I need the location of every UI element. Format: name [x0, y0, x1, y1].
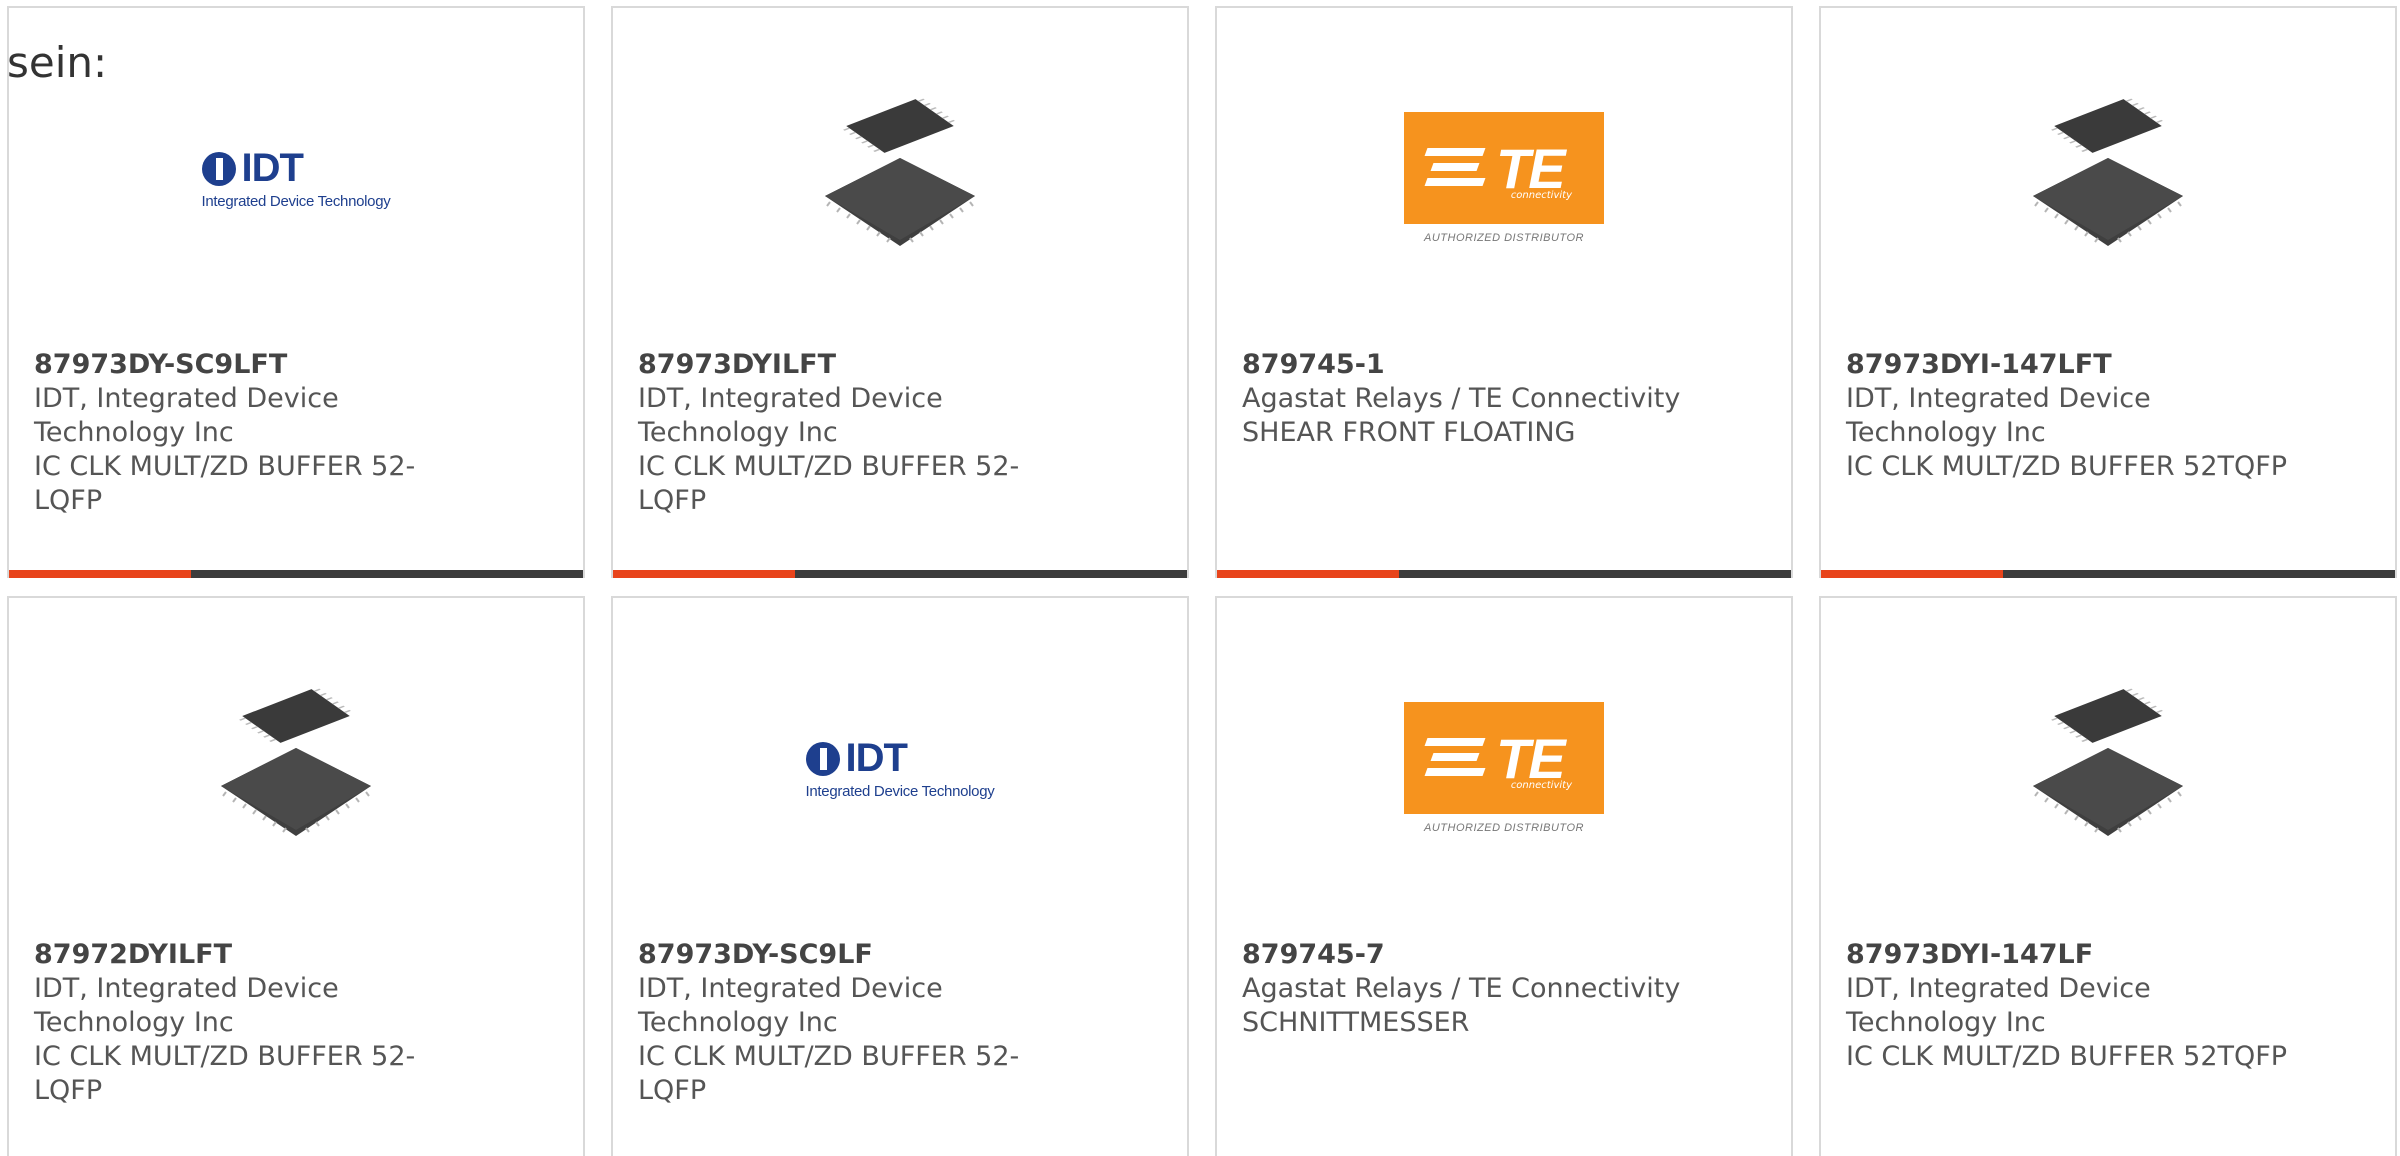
- product-card[interactable]: IDT Integrated Device Technology 87973DY…: [611, 596, 1189, 1156]
- te-logo: TE connectivity AUTHORIZED DISTRIBUTOR: [1404, 702, 1604, 834]
- qfp-chip-icon: [823, 95, 977, 248]
- qfp-chip-icon: [2031, 95, 2185, 248]
- product-manufacturer-cont: Technology Inc: [638, 1007, 838, 1038]
- product-part-number[interactable]: 87972DYILFT: [34, 938, 434, 972]
- product-image[interactable]: IDT Integrated Device Technology: [9, 68, 583, 288]
- idt-logo-word: IDT: [241, 146, 304, 190]
- product-part-number[interactable]: 87973DY-SC9LF: [638, 938, 1038, 972]
- card-bottom-bar: [1217, 570, 1791, 578]
- product-image[interactable]: IDT Integrated Device Technology: [613, 658, 1187, 878]
- idt-logo-tagline: Integrated Device Technology: [201, 193, 391, 210]
- product-part-number[interactable]: 87973DY-SC9LFT: [34, 348, 434, 382]
- card-accent: [1217, 570, 1399, 578]
- product-image[interactable]: [1821, 68, 2395, 288]
- te-logo-stripes-icon: [1424, 738, 1486, 783]
- product-image[interactable]: TE connectivity AUTHORIZED DISTRIBUTOR: [1217, 68, 1791, 288]
- product-description: IC CLK MULT/ZD BUFFER 52-: [638, 451, 1020, 482]
- product-description: SHEAR FRONT FLOATING: [1242, 417, 1576, 448]
- product-card[interactable]: 87973DYI-147LF IDT, Integrated Device Te…: [1819, 596, 2397, 1156]
- te-logo-auth: AUTHORIZED DISTRIBUTOR: [1424, 232, 1584, 244]
- card-accent: [9, 570, 191, 578]
- idt-logo-tagline: Integrated Device Technology: [805, 783, 995, 800]
- product-part-number[interactable]: 879745-1: [1242, 348, 1782, 382]
- product-description: IC CLK MULT/ZD BUFFER 52-: [34, 451, 416, 482]
- product-description-cont: LQFP: [638, 485, 707, 516]
- product-description-cont: LQFP: [638, 1075, 707, 1106]
- card-bottom-bar: [613, 570, 1187, 578]
- product-image[interactable]: [1821, 658, 2395, 878]
- product-description-cont: LQFP: [34, 485, 103, 516]
- product-manufacturer: IDT, Integrated Device: [638, 973, 943, 1004]
- product-image[interactable]: [613, 68, 1187, 288]
- te-logo-sub: connectivity: [1510, 190, 1572, 201]
- product-manufacturer: IDT, Integrated Device: [34, 383, 339, 414]
- product-manufacturer-cont: Technology Inc: [1846, 417, 2046, 448]
- product-part-number[interactable]: 879745-7: [1242, 938, 1782, 972]
- product-manufacturer-cont: Technology Inc: [34, 417, 234, 448]
- product-description: IC CLK MULT/ZD BUFFER 52TQFP: [1846, 1041, 2288, 1072]
- idt-logo-word: IDT: [845, 736, 908, 780]
- idt-logo: IDT Integrated Device Technology: [805, 736, 995, 800]
- product-manufacturer-cont: Technology Inc: [1846, 1007, 2046, 1038]
- product-card[interactable]: 87973DYILFT IDT, Integrated Device Techn…: [611, 6, 1189, 578]
- product-part-number[interactable]: 87973DYILFT: [638, 348, 1038, 382]
- product-part-number[interactable]: 87973DYI-147LFT: [1846, 348, 2386, 382]
- te-logo-sub: connectivity: [1510, 780, 1572, 791]
- idt-logo: IDT Integrated Device Technology: [201, 146, 391, 210]
- product-card[interactable]: TE connectivity AUTHORIZED DISTRIBUTOR 8…: [1215, 596, 1793, 1156]
- product-card[interactable]: 87972DYILFT IDT, Integrated Device Techn…: [7, 596, 585, 1156]
- product-manufacturer-cont: Technology Inc: [34, 1007, 234, 1038]
- card-bottom-bar: [9, 570, 583, 578]
- te-logo-auth: AUTHORIZED DISTRIBUTOR: [1424, 822, 1584, 834]
- product-description-cont: LQFP: [34, 1075, 103, 1106]
- product-manufacturer: IDT, Integrated Device: [1846, 383, 2151, 414]
- te-logo-stripes-icon: [1424, 148, 1486, 193]
- card-accent: [1821, 570, 2003, 578]
- product-manufacturer: Agastat Relays / TE Connectivity: [1242, 973, 1681, 1004]
- product-manufacturer-cont: Technology Inc: [638, 417, 838, 448]
- card-bottom-bar: [1821, 570, 2395, 578]
- product-description: IC CLK MULT/ZD BUFFER 52-: [638, 1041, 1020, 1072]
- product-description: SCHNITTMESSER: [1242, 1007, 1470, 1038]
- card-accent: [613, 570, 795, 578]
- qfp-chip-icon: [219, 685, 373, 838]
- idt-logo-icon: [201, 151, 236, 186]
- product-manufacturer: IDT, Integrated Device: [638, 383, 943, 414]
- product-image[interactable]: [9, 658, 583, 878]
- product-manufacturer: IDT, Integrated Device: [1846, 973, 2151, 1004]
- intro-text: sein:: [7, 38, 108, 87]
- product-manufacturer: IDT, Integrated Device: [34, 973, 339, 1004]
- product-card[interactable]: IDT Integrated Device Technology 87973DY…: [7, 6, 585, 578]
- product-image[interactable]: TE connectivity AUTHORIZED DISTRIBUTOR: [1217, 658, 1791, 878]
- te-logo: TE connectivity AUTHORIZED DISTRIBUTOR: [1404, 112, 1604, 244]
- idt-logo-icon: [805, 741, 840, 776]
- qfp-chip-icon: [2031, 685, 2185, 838]
- product-description: IC CLK MULT/ZD BUFFER 52-: [34, 1041, 416, 1072]
- product-manufacturer: Agastat Relays / TE Connectivity: [1242, 383, 1681, 414]
- product-card[interactable]: TE connectivity AUTHORIZED DISTRIBUTOR 8…: [1215, 6, 1793, 578]
- product-card[interactable]: 87973DYI-147LFT IDT, Integrated Device T…: [1819, 6, 2397, 578]
- product-part-number[interactable]: 87973DYI-147LF: [1846, 938, 2386, 972]
- product-description: IC CLK MULT/ZD BUFFER 52TQFP: [1846, 451, 2288, 482]
